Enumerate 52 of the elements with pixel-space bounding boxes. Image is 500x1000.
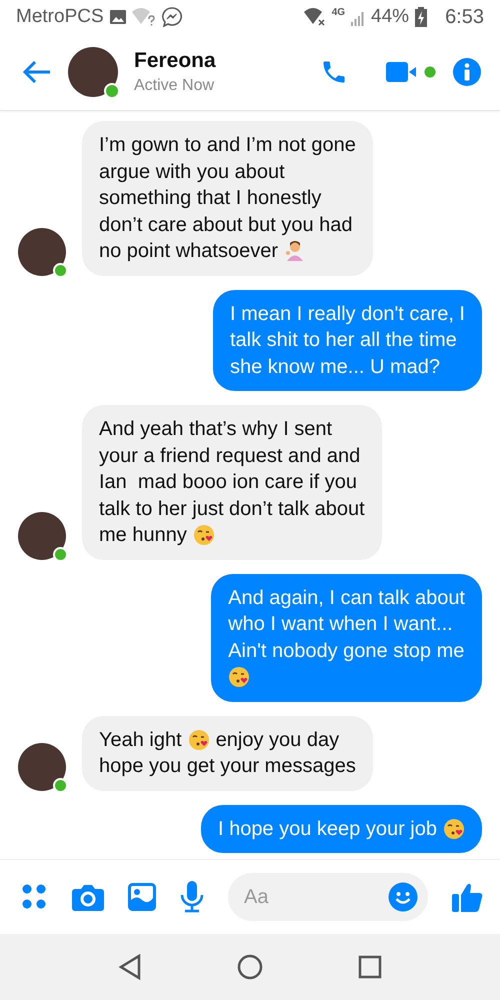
active-status: Active Now xyxy=(134,77,216,95)
kissing-face-icon xyxy=(188,728,210,751)
back-arrow-icon[interactable] xyxy=(22,60,52,84)
microphone-icon[interactable] xyxy=(180,881,204,913)
message-text: something that I honestly xyxy=(99,186,322,211)
message-text: don’t care about but you had xyxy=(99,212,353,238)
avatar-photo[interactable] xyxy=(68,47,118,97)
kissing-face-icon xyxy=(192,524,215,546)
message-text: me hunny xyxy=(99,523,187,548)
clock-time: 6:53 xyxy=(445,6,484,28)
message-input-field[interactable]: Aa xyxy=(228,873,428,921)
message-text: I mean I really don't care, I xyxy=(230,302,465,326)
carrier-name: MetroPCS xyxy=(16,6,104,28)
network-type: 4G xyxy=(332,7,346,18)
camera-icon[interactable] xyxy=(72,883,104,911)
message-text: enjoy you day xyxy=(216,728,340,752)
picture-icon xyxy=(110,10,126,24)
message-text: Yeah ight xyxy=(99,728,182,752)
image-icon[interactable] xyxy=(128,883,156,911)
contact-name: Fereona xyxy=(134,49,217,73)
message-text: argue with you about xyxy=(99,160,285,184)
info-icon[interactable] xyxy=(452,57,482,87)
messenger-icon xyxy=(162,7,182,27)
message-text: I’m gown to and I’m not gone xyxy=(99,133,356,158)
message-text: talk shit to her all the time xyxy=(230,328,457,353)
avatar-photo xyxy=(18,742,66,790)
message-text: Ain't nobody gone stop me xyxy=(228,638,464,664)
message-text: I hope you keep your job xyxy=(218,816,437,842)
message-text: And again, I can talk about xyxy=(228,586,465,610)
recents-square-icon[interactable] xyxy=(358,955,382,979)
message-text: hope you get your messages xyxy=(99,754,356,779)
home-circle-icon[interactable] xyxy=(236,954,263,980)
kissing-face-icon xyxy=(443,818,465,840)
battery-charging-icon xyxy=(415,7,428,27)
battery-percent: 44% xyxy=(371,6,410,28)
kissing-face-icon xyxy=(228,666,250,688)
message-text: Ian mad booo ion care if you xyxy=(99,470,357,495)
wifi-off-icon xyxy=(304,8,326,26)
back-triangle-icon[interactable] xyxy=(118,954,142,980)
message-text: your a friend request and and xyxy=(99,444,360,468)
apps-grid-icon[interactable] xyxy=(22,884,48,910)
smiley-face-icon[interactable] xyxy=(388,882,418,912)
message-text: talk to her just don’t talk about xyxy=(99,496,365,522)
message-text: And yeah that’s why I sent xyxy=(99,417,332,442)
message-text: who I want when I want... xyxy=(228,612,453,637)
message-text: no point whatsoever xyxy=(99,239,278,264)
message-text: she know me... U mad? xyxy=(230,354,440,380)
avatar-photo xyxy=(18,228,66,276)
wifi-question-icon xyxy=(132,8,156,26)
thumbs-up-icon[interactable] xyxy=(452,881,484,913)
avatar-photo xyxy=(18,512,66,560)
video-active-dot xyxy=(424,66,436,78)
